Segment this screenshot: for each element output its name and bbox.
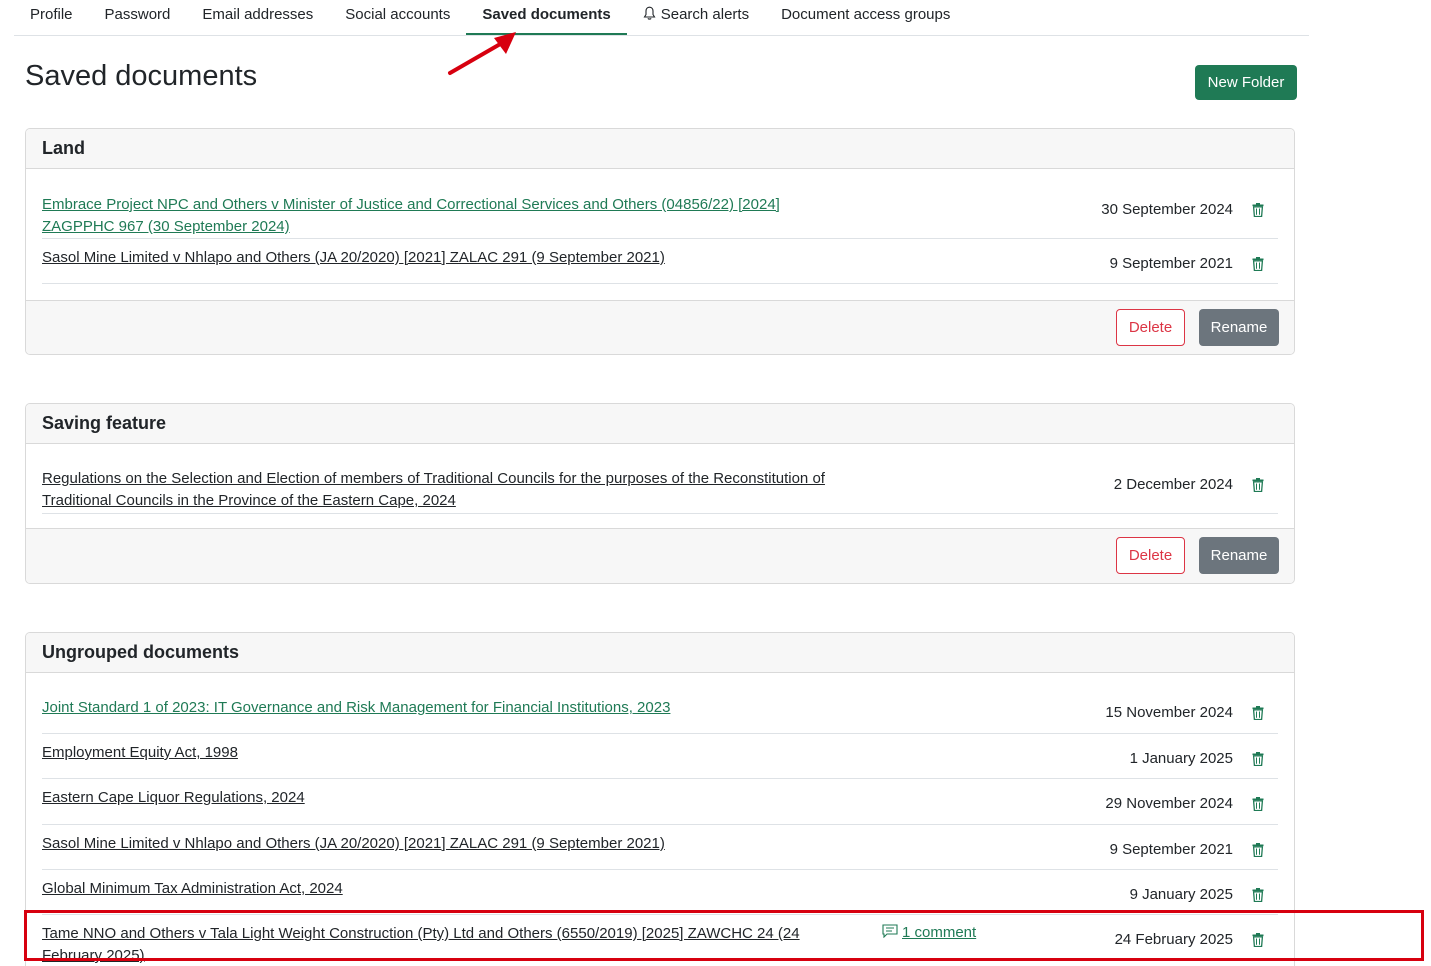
tab-label: Password [104, 6, 171, 23]
folder-documents: Regulations on the Selection and Electio… [26, 444, 1294, 530]
document-row: Sasol Mine Limited v Nhlapo and Others (… [42, 825, 1278, 870]
account-tabs: Profile Password Email addresses Social … [14, 0, 1309, 36]
document-date: 9 January 2025 [1129, 886, 1233, 903]
tab-label: Social accounts [345, 6, 451, 23]
trash-icon[interactable] [1252, 933, 1264, 947]
trash-icon[interactable] [1252, 706, 1264, 720]
document-link[interactable]: Tame NNO and Others v Tala Light Weight … [42, 923, 842, 966]
document-row: Eastern Cape Liquor Regulations, 2024 29… [42, 779, 1278, 825]
document-date: 2 December 2024 [1113, 476, 1233, 493]
rename-folder-button[interactable]: Rename [1199, 309, 1279, 346]
delete-folder-button[interactable]: Delete [1116, 309, 1185, 346]
document-row: Employment Equity Act, 1998 1 January 20… [42, 734, 1278, 779]
annotation-arrow [448, 32, 516, 75]
document-row: Joint Standard 1 of 2023: IT Governance … [42, 673, 1278, 734]
document-link[interactable]: Sasol Mine Limited v Nhlapo and Others (… [42, 247, 842, 269]
saved-documents-page: Profile Password Email addresses Social … [0, 0, 1431, 966]
bell-icon [643, 6, 656, 20]
document-date: 9 September 2021 [1109, 841, 1233, 858]
document-link[interactable]: Global Minimum Tax Administration Act, 2… [42, 878, 842, 900]
tab-password[interactable]: Password [89, 0, 187, 35]
trash-icon[interactable] [1252, 888, 1264, 902]
document-row: Tame NNO and Others v Tala Light Weight … [42, 915, 1278, 966]
document-date: 29 November 2024 [1105, 795, 1233, 812]
tab-label: Email addresses [202, 6, 314, 23]
document-date: 30 September 2024 [1101, 201, 1233, 218]
tab-search-alerts[interactable]: Search alerts [627, 0, 765, 35]
comment-link[interactable]: 1 comment [902, 924, 976, 941]
folder-card-saving-feature: Saving feature Regulations on the Select… [25, 403, 1295, 584]
document-row: Embrace Project NPC and Others v Ministe… [42, 169, 1278, 239]
tab-document-access-groups[interactable]: Document access groups [765, 0, 966, 35]
document-date: 15 November 2024 [1105, 704, 1233, 721]
document-link[interactable]: Joint Standard 1 of 2023: IT Governance … [42, 697, 842, 719]
tab-profile[interactable]: Profile [14, 0, 89, 35]
document-date: 9 September 2021 [1109, 255, 1233, 272]
ungrouped-documents-list: Joint Standard 1 of 2023: IT Governance … [26, 673, 1294, 966]
tab-label: Document access groups [781, 6, 951, 23]
trash-icon[interactable] [1252, 478, 1264, 492]
tab-label: Profile [30, 6, 73, 23]
folder-documents: Embrace Project NPC and Others v Ministe… [26, 169, 1294, 300]
document-link[interactable]: Regulations on the Selection and Electio… [42, 468, 842, 512]
folder-card-land: Land Embrace Project NPC and Others v Mi… [25, 128, 1295, 355]
trash-icon[interactable] [1252, 257, 1264, 271]
folder-title: Ungrouped documents [26, 633, 1294, 673]
tab-email-addresses[interactable]: Email addresses [186, 0, 329, 35]
document-date: 1 January 2025 [1129, 750, 1233, 767]
document-link[interactable]: Embrace Project NPC and Others v Ministe… [42, 194, 842, 238]
trash-icon[interactable] [1252, 797, 1264, 811]
page-title: Saved documents [25, 60, 258, 92]
document-row: Regulations on the Selection and Electio… [42, 444, 1278, 514]
document-row: Sasol Mine Limited v Nhlapo and Others (… [42, 239, 1278, 284]
folder-title: Land [26, 129, 1294, 169]
rename-folder-button[interactable]: Rename [1199, 537, 1279, 574]
tab-label: Saved documents [482, 6, 611, 23]
folder-title: Saving feature [26, 404, 1294, 444]
document-row: Global Minimum Tax Administration Act, 2… [42, 870, 1278, 915]
document-link[interactable]: Employment Equity Act, 1998 [42, 742, 842, 764]
ungrouped-documents-card: Ungrouped documents Joint Standard 1 of … [25, 632, 1295, 966]
document-date: 24 February 2025 [1114, 931, 1233, 948]
comment-icon [882, 924, 898, 938]
trash-icon[interactable] [1252, 843, 1264, 857]
tab-label: Search alerts [660, 6, 750, 23]
folder-actions: Delete Rename [26, 300, 1294, 354]
delete-folder-button[interactable]: Delete [1116, 537, 1185, 574]
folder-actions: Delete Rename [26, 528, 1294, 583]
document-link[interactable]: Sasol Mine Limited v Nhlapo and Others (… [42, 833, 842, 855]
document-link[interactable]: Eastern Cape Liquor Regulations, 2024 [42, 787, 842, 809]
trash-icon[interactable] [1252, 752, 1264, 766]
comment-count: 1 comment [882, 924, 976, 941]
new-folder-button[interactable]: New Folder [1195, 65, 1297, 100]
trash-icon[interactable] [1252, 203, 1264, 217]
